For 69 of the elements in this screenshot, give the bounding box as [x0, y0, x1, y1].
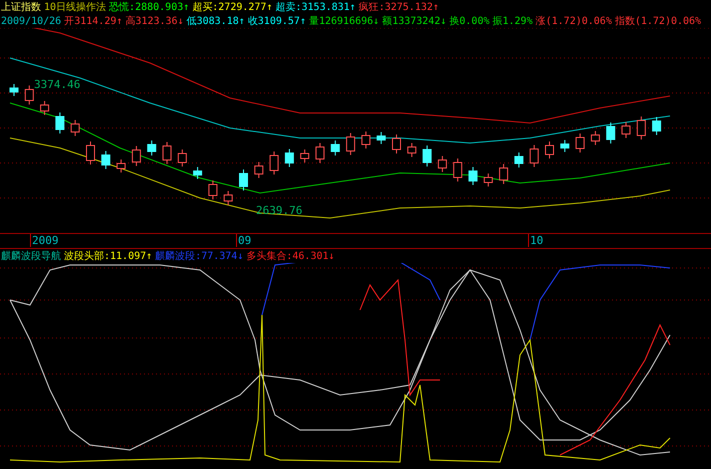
indicator-value: 2009/10/26 — [1, 16, 62, 26]
indicator-value: 恐慌:2880.903↑ — [109, 0, 190, 14]
candlestick — [284, 148, 294, 168]
candlestick — [208, 180, 218, 200]
candlestick — [147, 140, 156, 156]
candlestick — [86, 141, 95, 165]
candlestick — [636, 116, 646, 140]
candlestick — [270, 151, 279, 175]
candlestick — [116, 159, 126, 173]
indicator-value: 波段头部:11.097↑ — [64, 250, 152, 263]
candlestick — [10, 84, 18, 96]
candlestick — [70, 120, 80, 136]
candlestick — [224, 190, 233, 206]
candlestick — [101, 150, 110, 170]
indicator-value: 开3114.29↑ — [64, 15, 122, 28]
indicator-value: 超卖:3153.831↑ — [275, 0, 356, 14]
candlestick — [40, 100, 50, 116]
candlestick — [300, 149, 310, 163]
candlestick — [361, 131, 370, 149]
indicator-value: 振1.29% — [492, 15, 533, 28]
axis-label: 10 — [528, 234, 544, 247]
candlestick — [652, 116, 662, 136]
indicator-value: 指数(1.72)0.06% — [614, 14, 702, 28]
candlestick — [514, 152, 524, 168]
candlestick — [239, 169, 248, 191]
candlestick — [132, 146, 141, 166]
candlestick — [330, 140, 340, 156]
candlestick — [606, 122, 616, 144]
axis-label: 2009 — [30, 234, 58, 247]
indicator-value: 上证指数 — [1, 0, 41, 14]
indicator-value: 收3109.57↑ — [248, 15, 306, 28]
candlestick — [590, 130, 600, 146]
indicator-value: 超买:2729.277↑ — [192, 0, 272, 14]
candlestick — [178, 149, 187, 167]
candlestick — [407, 142, 416, 158]
candlestick — [24, 85, 34, 105]
candlestick — [453, 158, 462, 182]
candlestick — [530, 144, 539, 168]
candlestick — [622, 122, 630, 138]
candlestick — [422, 145, 432, 167]
candlestick — [499, 164, 508, 184]
high-price-label: 3374.46 — [34, 78, 80, 91]
indicator-value: 换0.00% — [449, 15, 490, 28]
candlestick — [193, 166, 202, 180]
low-price-label: 2639.76 — [256, 204, 302, 217]
indicator-value: 麒麟波段:77.374↓ — [155, 250, 244, 263]
candlestick — [468, 166, 478, 186]
candlestick — [484, 173, 493, 187]
indicator-value: 量126916696↓ — [308, 15, 380, 28]
candlestick — [392, 134, 401, 154]
candlestick — [576, 133, 585, 153]
indicator-value: 10日线操作法 — [44, 0, 106, 14]
indicator-value: 额13373242↓ — [382, 14, 446, 28]
candlestick — [55, 112, 64, 134]
candlestick — [438, 156, 447, 172]
indicator-value: 疯狂:3275.132↑ — [358, 0, 439, 14]
candlestick — [560, 140, 570, 152]
candlestick — [346, 132, 356, 156]
indicator-value: 涨(1.72)0.06% — [536, 14, 612, 28]
candlestick — [376, 132, 386, 144]
candlestick — [162, 142, 172, 164]
indicator-value: 多头集合:46.301↓ — [246, 250, 335, 263]
axis-label: 09 — [236, 234, 252, 247]
candlestick — [254, 162, 264, 178]
indicator-value: 低3083.18↑ — [186, 15, 245, 28]
indicator-value: 高3123.36↓ — [125, 14, 184, 28]
candlestick — [545, 141, 554, 159]
indicator-value: 麒麟波段导航 — [1, 250, 61, 263]
candlestick — [316, 142, 324, 164]
